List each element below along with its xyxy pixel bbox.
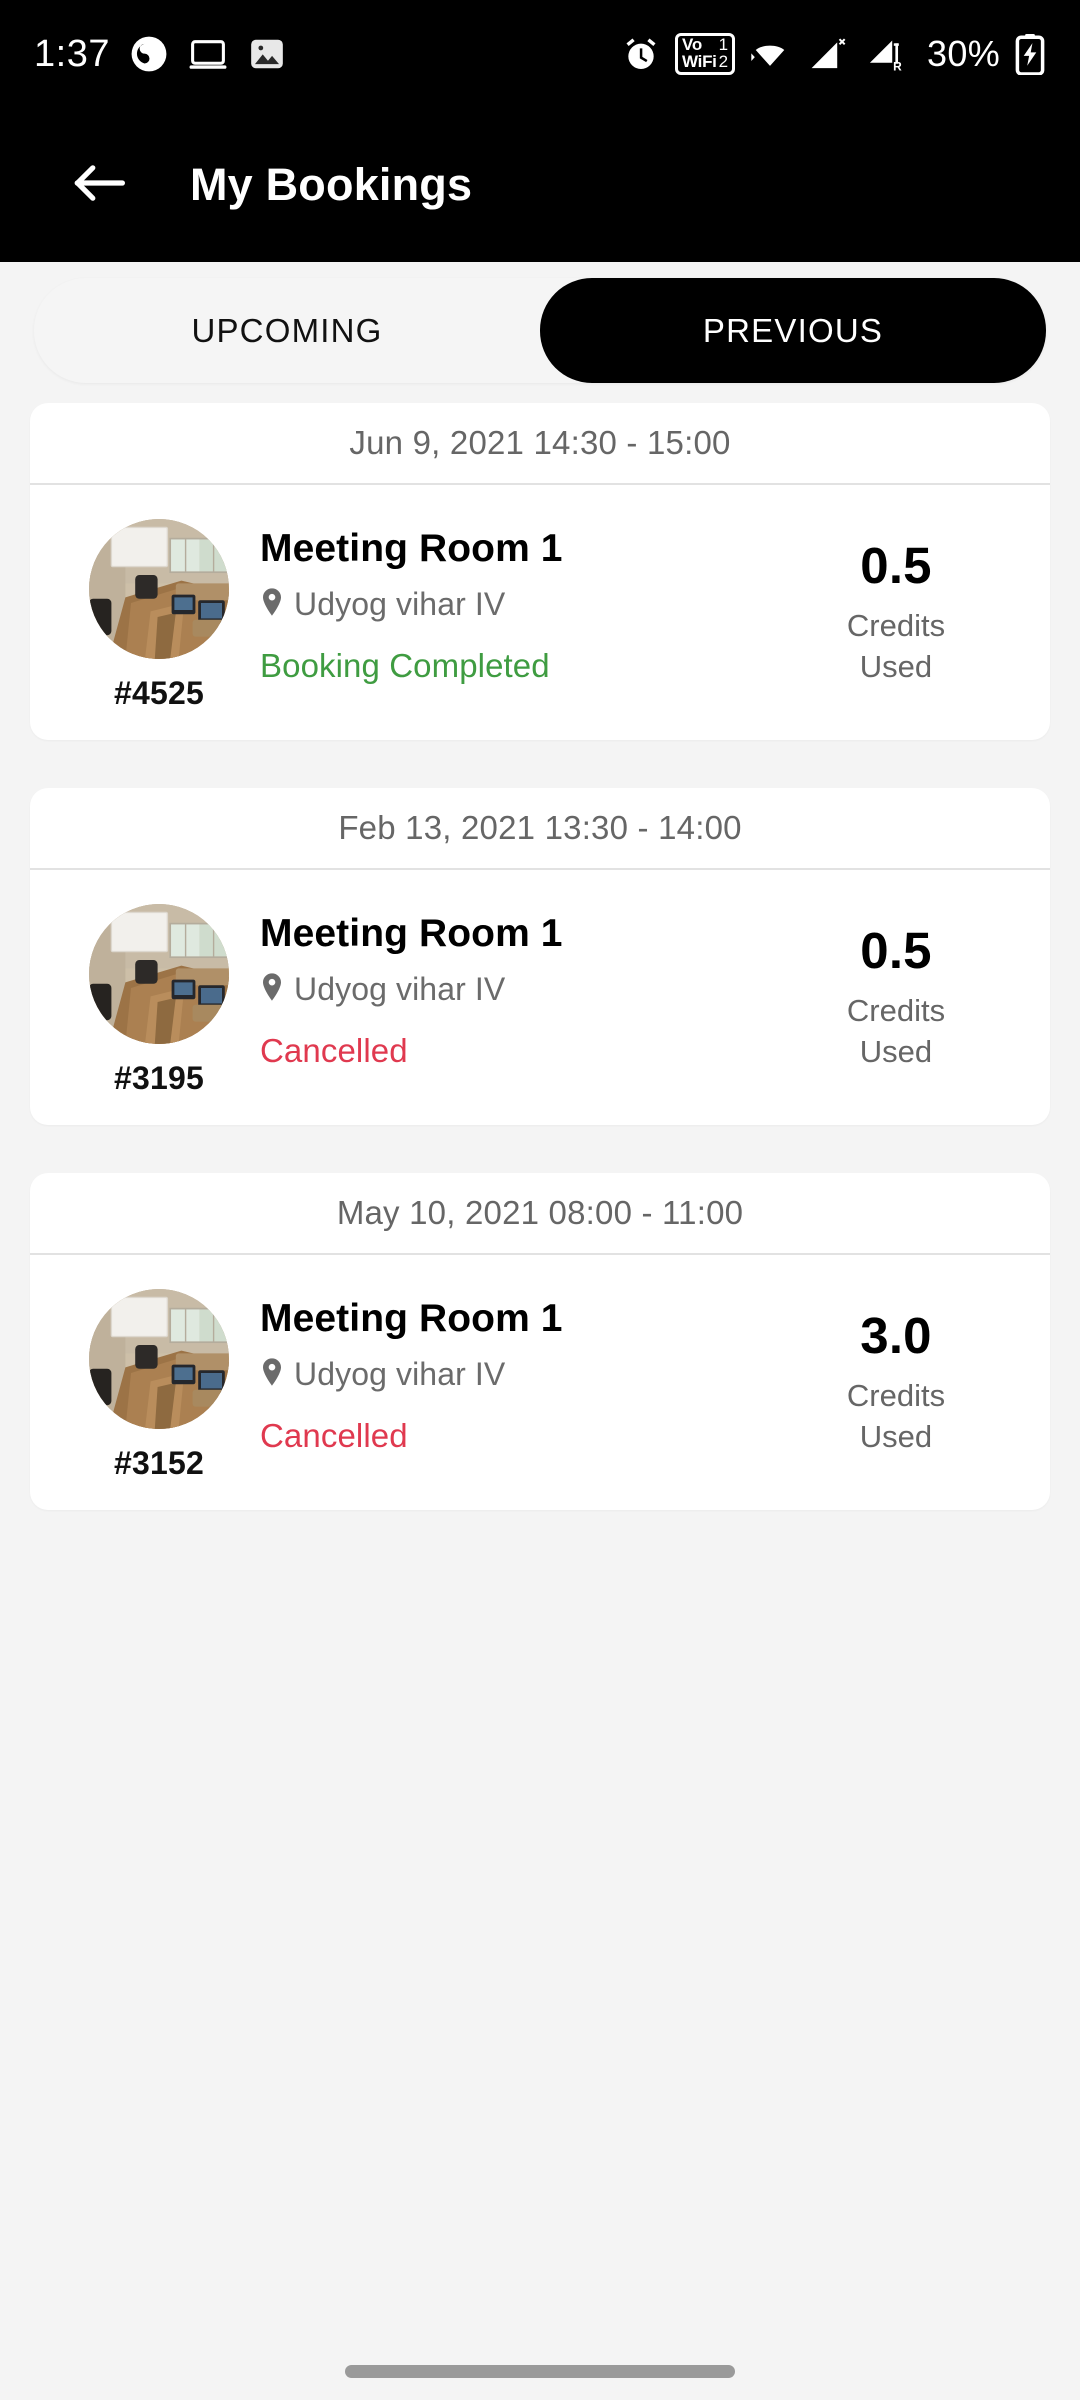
- bookings-tab-bar: UPCOMING PREVIOUS: [34, 278, 1046, 383]
- booking-date-range: Jun 9, 2021 14:30 - 15:00: [30, 403, 1050, 485]
- phone-screen: 1:37 Vo WiFi 1 2 R 30% My Bookings UPCOM…: [0, 0, 1080, 2400]
- room-thumbnail: [89, 519, 229, 659]
- status-bar-right: Vo WiFi 12 R 30%: [621, 32, 1046, 76]
- credits-label: Credits Used: [847, 605, 945, 689]
- status-badge: Cancelled: [260, 1416, 408, 1454]
- tab-upcoming-label: UPCOMING: [191, 311, 383, 349]
- booking-thumbnail-column: #3195: [64, 904, 254, 1097]
- status-badge: Booking Completed: [260, 646, 550, 684]
- credits-label: Credits Used: [847, 1375, 945, 1459]
- vowifi-label: Vo WiFi: [682, 34, 717, 71]
- cast-screen-icon: [188, 35, 228, 73]
- status-badge: Cancelled: [260, 1031, 408, 1069]
- credits-label-line1: Credits: [846, 607, 946, 643]
- location-row: Udyog vihar IV: [260, 586, 776, 623]
- room-name: Meeting Room 1: [260, 912, 563, 955]
- location-pin-icon: [260, 972, 284, 1007]
- credits-value: 0.5: [860, 537, 932, 594]
- credits-label-line2: Used: [859, 649, 933, 685]
- booking-card[interactable]: May 10, 2021 08:00 - 11:00 #3152 Meeting…: [30, 1173, 1050, 1510]
- booking-id: #3195: [114, 1060, 204, 1096]
- tab-previous[interactable]: PREVIOUS: [540, 278, 1046, 383]
- location-row: Udyog vihar IV: [260, 971, 776, 1008]
- bookings-list: Jun 9, 2021 14:30 - 15:00 #4525 Meeting …: [0, 403, 1080, 1558]
- booking-card-body: #3195 Meeting Room 1 Udyog vihar IV Canc…: [30, 870, 1050, 1125]
- alarm-icon: [621, 34, 661, 74]
- home-indicator[interactable]: [345, 2365, 735, 2378]
- booking-credits-column: 0.5 Credits Used: [776, 519, 1016, 688]
- page-title: My Bookings: [190, 159, 473, 210]
- booking-date-range: May 10, 2021 08:00 - 11:00: [30, 1173, 1050, 1255]
- signal-roaming-icon: R: [863, 34, 907, 74]
- gallery-image-icon: [248, 35, 286, 73]
- booking-thumbnail-column: #4525: [64, 519, 254, 712]
- booking-credits-column: 3.0 Credits Used: [776, 1289, 1016, 1458]
- credits-label-line1: Credits: [846, 1377, 946, 1413]
- signal-no-service-icon: [805, 34, 849, 74]
- wifi-icon: [749, 35, 791, 73]
- tab-upcoming[interactable]: UPCOMING: [34, 278, 540, 383]
- arrow-left-icon: [74, 163, 126, 208]
- credits-label-line1: Credits: [846, 992, 946, 1028]
- status-bar: 1:37 Vo WiFi 1 2 R 30%: [0, 0, 1080, 108]
- room-name: Meeting Room 1: [260, 1297, 563, 1340]
- room-thumbnail: [89, 1289, 229, 1429]
- room-thumbnail: [89, 904, 229, 1044]
- location-name: Udyog vihar IV: [294, 1355, 506, 1392]
- tab-previous-label: PREVIOUS: [702, 311, 884, 349]
- booking-thumbnail-column: #3152: [64, 1289, 254, 1482]
- booking-info-column: Meeting Room 1 Udyog vihar IV Cancelled: [254, 904, 776, 1070]
- svg-text:R: R: [893, 60, 902, 74]
- booking-card[interactable]: Jun 9, 2021 14:30 - 15:00 #4525 Meeting …: [30, 403, 1050, 740]
- location-row: Udyog vihar IV: [260, 1356, 776, 1393]
- status-bar-left: 1:37: [34, 35, 286, 73]
- booking-credits-column: 0.5 Credits Used: [776, 904, 1016, 1073]
- booking-id: #4525: [114, 675, 204, 711]
- status-bar-clock: 1:37: [34, 33, 110, 75]
- booking-card-body: #3152 Meeting Room 1 Udyog vihar IV Canc…: [30, 1255, 1050, 1510]
- vowifi-icon: Vo WiFi 12: [675, 32, 736, 76]
- battery-percentage: 30%: [927, 33, 1000, 74]
- back-button[interactable]: [72, 157, 128, 213]
- credits-label-line2: Used: [859, 1419, 933, 1455]
- room-name: Meeting Room 1: [260, 527, 563, 570]
- location-pin-icon: [260, 587, 284, 622]
- location-pin-icon: [260, 1357, 284, 1392]
- vowifi-sim-slots: 12: [718, 34, 729, 71]
- battery-charging-icon: [1014, 33, 1046, 75]
- booking-id: #3152: [114, 1445, 204, 1481]
- booking-card-body: #4525 Meeting Room 1 Udyog vihar IV Book…: [30, 485, 1050, 740]
- booking-info-column: Meeting Room 1 Udyog vihar IV Cancelled: [254, 1289, 776, 1455]
- credits-label-line2: Used: [859, 1034, 933, 1070]
- credits-label: Credits Used: [847, 990, 945, 1074]
- booking-info-column: Meeting Room 1 Udyog vihar IV Booking Co…: [254, 519, 776, 685]
- booking-date-range: Feb 13, 2021 13:30 - 14:00: [30, 788, 1050, 870]
- credits-value: 3.0: [860, 1307, 932, 1364]
- location-name: Udyog vihar IV: [294, 585, 506, 622]
- credits-value: 0.5: [860, 922, 932, 979]
- location-name: Udyog vihar IV: [294, 970, 506, 1007]
- app-bar: My Bookings: [0, 108, 1080, 262]
- booking-card[interactable]: Feb 13, 2021 13:30 - 14:00 #3195 Meeting…: [30, 788, 1050, 1125]
- app-circle-icon: [130, 35, 168, 73]
